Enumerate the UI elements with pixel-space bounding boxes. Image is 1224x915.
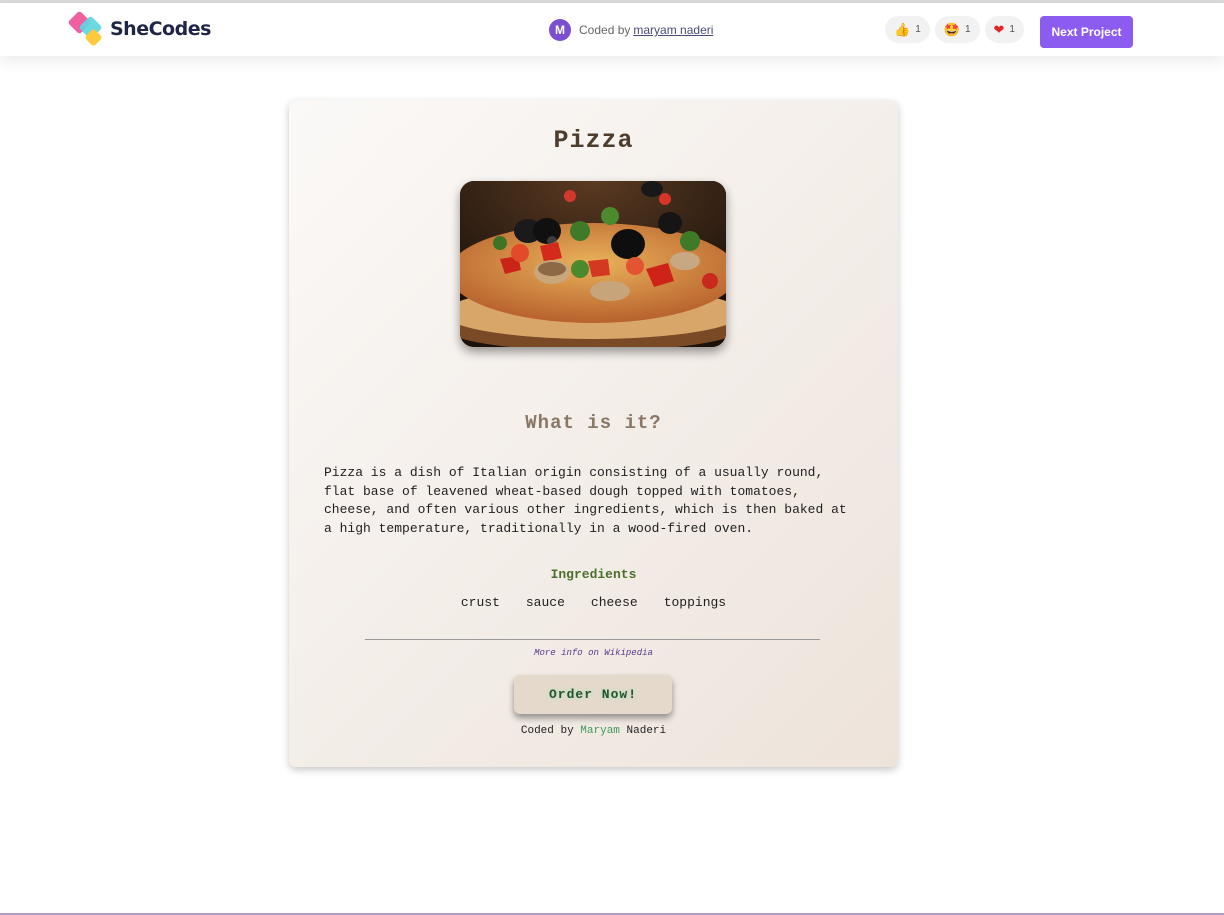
coded-by: M Coded by maryam naderi — [549, 18, 713, 42]
ingredient-item: sauce — [525, 595, 565, 610]
credit-prefix: Coded by — [520, 725, 574, 737]
heart-icon: ❤ — [993, 22, 1005, 37]
reaction-count: 1 — [915, 24, 921, 35]
recipe-card: Pizza What is it? Pizza is a dish of Ita… — [289, 100, 898, 767]
credit-text: Coded by Maryam Naderi — [289, 725, 898, 737]
reaction-count: 1 — [964, 24, 971, 35]
page-title: Pizza — [553, 126, 634, 155]
logo-icon — [67, 10, 108, 47]
thumbs-up-icon: 👍 — [894, 22, 911, 37]
ingredient-item: cheese — [590, 595, 638, 610]
reaction-thumbs-up[interactable]: 👍 1 — [885, 16, 930, 43]
description: Pizza is a dish of Italian origin consis… — [324, 465, 847, 536]
reaction-star-struck[interactable]: 🤩 1 — [934, 16, 980, 43]
next-project-button[interactable]: Next Project — [1040, 16, 1133, 48]
brand-name: SheCodes — [110, 18, 211, 40]
credit-last-name: Naderi — [626, 725, 667, 737]
star-struck-icon: 🤩 — [943, 22, 960, 37]
divider — [365, 639, 820, 640]
avatar: M — [549, 19, 571, 41]
ingredients-list: crust sauce cheese toppings — [289, 595, 898, 610]
shecodes-logo[interactable]: SheCodes — [67, 10, 211, 47]
ingredients-heading: Ingredients — [550, 567, 637, 582]
credit-first-name: Maryam — [580, 725, 620, 737]
coded-by-label: Coded by — [579, 23, 631, 37]
reaction-heart[interactable]: ❤ 1 — [984, 16, 1024, 43]
app-header: SheCodes M Coded by maryam naderi 👍 1 🤩 … — [0, 3, 1224, 56]
author-link[interactable]: maryam naderi — [633, 23, 713, 37]
ingredient-item: toppings — [663, 595, 727, 610]
ingredient-item: crust — [460, 595, 500, 610]
reactions: 👍 1 🤩 1 ❤ 1 — [885, 16, 1024, 43]
section-heading: What is it? — [525, 412, 662, 434]
reaction-count: 1 — [1009, 24, 1015, 35]
pizza-image — [460, 181, 726, 347]
wikipedia-link[interactable]: More info on Wikipedia — [289, 648, 898, 658]
order-now-button[interactable]: Order Now! — [514, 675, 672, 714]
